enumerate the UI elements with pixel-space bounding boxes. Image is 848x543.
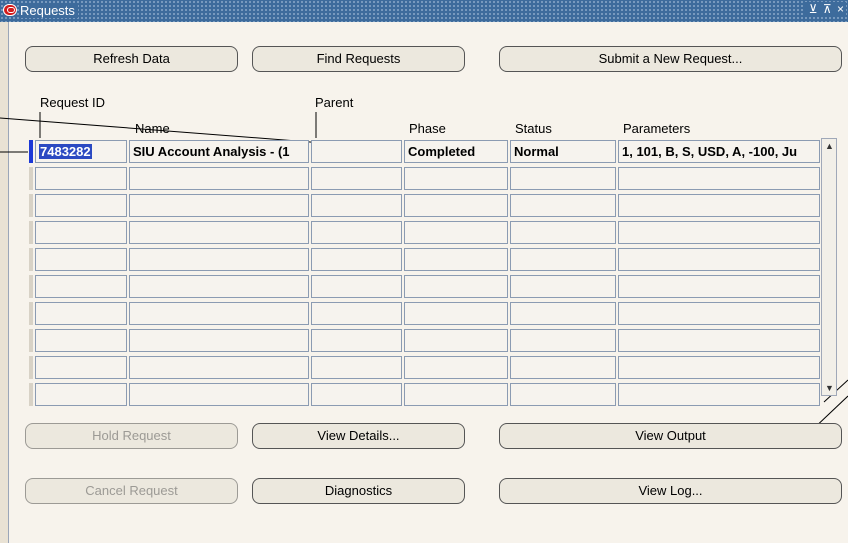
cell-request-id[interactable] (35, 356, 127, 379)
view-details-button[interactable]: View Details... (252, 423, 465, 449)
row-indicator[interactable] (29, 194, 33, 217)
cell-name[interactable] (129, 356, 309, 379)
cell-name[interactable] (129, 275, 309, 298)
cell-request-id[interactable] (35, 194, 127, 217)
cell-name[interactable] (129, 221, 309, 244)
cell-parameters[interactable] (618, 275, 820, 298)
diagnostics-button[interactable]: Diagnostics (252, 478, 465, 504)
cell-request-id[interactable] (35, 383, 127, 406)
cell-name[interactable] (129, 194, 309, 217)
cell-status[interactable] (510, 248, 616, 271)
row-indicator[interactable] (29, 167, 33, 190)
cell-phase[interactable]: Completed (404, 140, 508, 163)
cell-status[interactable] (510, 194, 616, 217)
cell-name[interactable] (129, 248, 309, 271)
scroll-up-icon[interactable]: ▲ (825, 141, 834, 151)
cell-status[interactable] (510, 167, 616, 190)
cell-phase[interactable] (404, 248, 508, 271)
cell-phase[interactable] (404, 302, 508, 325)
cell-parent[interactable] (311, 275, 402, 298)
scroll-down-icon[interactable]: ▼ (825, 383, 834, 393)
cell-status[interactable] (510, 356, 616, 379)
cell-status[interactable] (510, 221, 616, 244)
cell-parent[interactable] (311, 248, 402, 271)
header-leader-lines (0, 112, 848, 433)
cell-parameters[interactable] (618, 383, 820, 406)
cell-phase[interactable] (404, 383, 508, 406)
cell-parameters[interactable] (618, 221, 820, 244)
cell-parent[interactable] (311, 383, 402, 406)
cell-request-id[interactable]: 7483282 (35, 140, 127, 163)
cell-parent[interactable] (311, 167, 402, 190)
cell-parameters[interactable] (618, 248, 820, 271)
cell-phase[interactable] (404, 329, 508, 352)
table-scrollbar[interactable]: ▲ ▼ (821, 138, 837, 396)
cell-parent[interactable] (311, 356, 402, 379)
cell-phase[interactable] (404, 275, 508, 298)
row-indicator[interactable] (29, 248, 33, 271)
cell-name[interactable] (129, 302, 309, 325)
cancel-request-button[interactable]: Cancel Request (25, 478, 238, 504)
cell-phase[interactable] (404, 194, 508, 217)
cell-parent[interactable] (311, 302, 402, 325)
cell-name[interactable] (129, 329, 309, 352)
cell-parameters[interactable]: 1, 101, B, S, USD, A, -100, Ju (618, 140, 820, 163)
cell-parameters[interactable] (618, 167, 820, 190)
cell-request-id[interactable] (35, 221, 127, 244)
cell-request-id[interactable] (35, 167, 127, 190)
cell-parameters[interactable] (618, 356, 820, 379)
cell-name[interactable]: SIU Account Analysis - (1 (129, 140, 309, 163)
cell-phase[interactable] (404, 167, 508, 190)
current-row-indicator[interactable] (29, 140, 33, 163)
row-indicator[interactable] (29, 383, 33, 406)
cell-phase[interactable] (404, 221, 508, 244)
row-indicator[interactable] (29, 302, 33, 325)
cell-request-id[interactable] (35, 329, 127, 352)
cell-parent[interactable] (311, 140, 402, 163)
cell-parent[interactable] (311, 194, 402, 217)
cell-name[interactable] (129, 383, 309, 406)
row-indicator[interactable] (29, 329, 33, 352)
cell-parameters[interactable] (618, 329, 820, 352)
hold-request-button[interactable]: Hold Request (25, 423, 238, 449)
row-indicator[interactable] (29, 221, 33, 244)
cell-status[interactable]: Normal (510, 140, 616, 163)
cell-request-id[interactable] (35, 248, 127, 271)
cell-parameters[interactable] (618, 194, 820, 217)
row-indicator[interactable] (29, 356, 33, 379)
row-indicator[interactable] (29, 275, 33, 298)
cell-phase[interactable] (404, 356, 508, 379)
cell-parent[interactable] (311, 329, 402, 352)
cell-status[interactable] (510, 302, 616, 325)
cell-parent[interactable] (311, 221, 402, 244)
view-log-button[interactable]: View Log... (499, 478, 842, 504)
request-id-value: 7483282 (39, 144, 92, 159)
cell-status[interactable] (510, 275, 616, 298)
cell-parameters[interactable] (618, 302, 820, 325)
cell-name[interactable] (129, 167, 309, 190)
cell-request-id[interactable] (35, 275, 127, 298)
cell-status[interactable] (510, 329, 616, 352)
cell-status[interactable] (510, 383, 616, 406)
view-output-button[interactable]: View Output (499, 423, 842, 449)
cell-request-id[interactable] (35, 302, 127, 325)
